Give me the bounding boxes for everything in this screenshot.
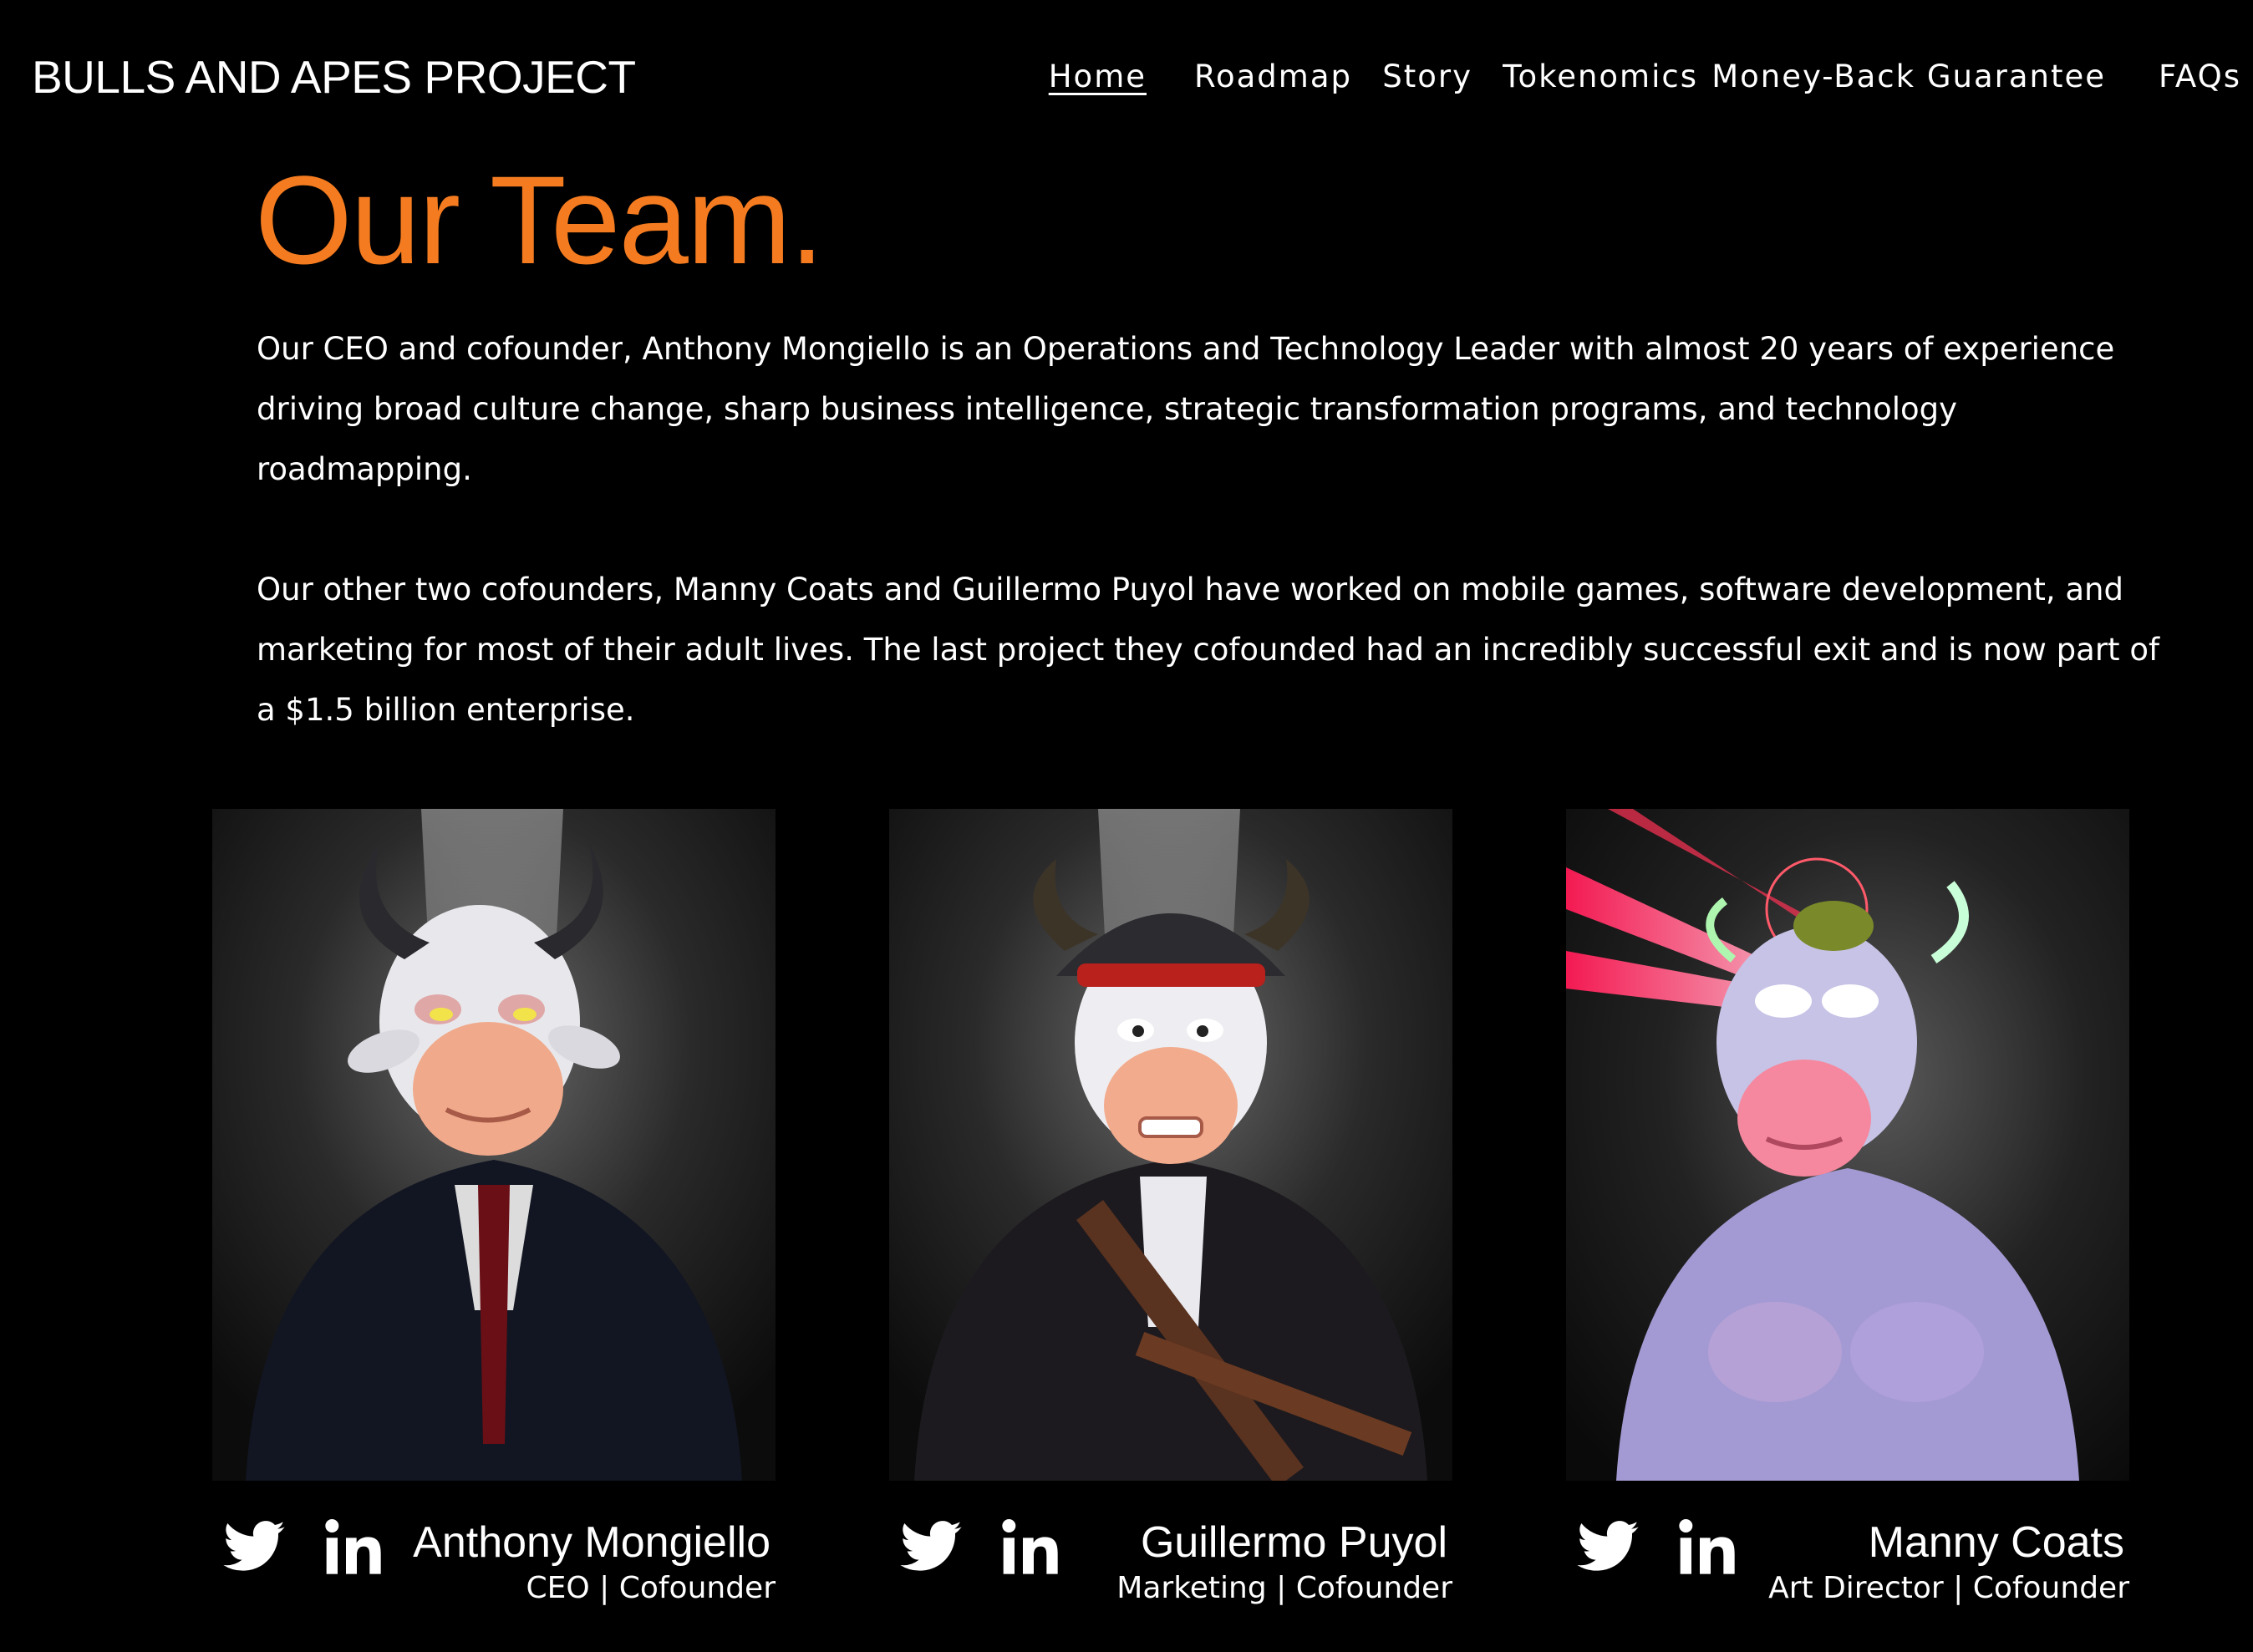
linkedin-icon[interactable] [1675,1514,1742,1581]
twitter-icon[interactable] [1574,1514,1641,1581]
team-card-art-director: Manny Coats Art Director | Cofounder [1566,809,2129,1606]
team-member-role: Art Director | Cofounder [1768,1571,2129,1605]
intro-paragraph-ceo: Our CEO and cofounder, Anthony Mongiello… [257,331,2115,487]
team-card-ceo: Anthony Mongiello CEO | Cofounder [212,809,776,1606]
team-member-role: Marketing | Cofounder [1116,1571,1452,1605]
page-title: Our Team. [255,150,824,290]
twitter-icon[interactable] [221,1514,287,1581]
linkedin-icon[interactable] [998,1514,1065,1581]
linkedin-icon[interactable] [321,1514,388,1581]
site-title[interactable]: BULLS AND APES PROJECT [32,50,636,104]
intro-paragraph-cofounders: Our other two cofounders, Manny Coats an… [257,572,2159,728]
nav-faqs[interactable]: FAQs [2159,58,2241,94]
team-card-footer: Anthony Mongiello CEO | Cofounder [212,1481,776,1606]
nav-tokenomics[interactable]: Tokenomics [1503,58,1698,94]
team-portrait-marketing [889,809,1452,1481]
intro-text: Our CEO and cofounder, Anthony Mongiello… [257,319,2170,801]
team-card-marketing: Guillermo Puyol Marketing | Cofounder [889,809,1452,1606]
team-portrait-ceo [212,809,776,1481]
nav-money-back-guarantee[interactable]: Money-Back Guarantee [1711,58,2106,94]
nav-story[interactable]: Story [1382,58,1472,94]
nav-home[interactable]: Home [1049,58,1147,94]
team-portrait-art-director [1566,809,2129,1481]
team-member-role: CEO | Cofounder [526,1571,776,1605]
team-member-name: Anthony Mongiello [413,1518,770,1567]
team-member-name: Manny Coats [1868,1518,2124,1567]
team-card-footer: Manny Coats Art Director | Cofounder [1566,1481,2129,1606]
twitter-icon[interactable] [898,1514,964,1581]
nav-roadmap[interactable]: Roadmap [1194,58,1352,94]
team-card-footer: Guillermo Puyol Marketing | Cofounder [889,1481,1452,1606]
team-member-name: Guillermo Puyol [1140,1518,1447,1567]
